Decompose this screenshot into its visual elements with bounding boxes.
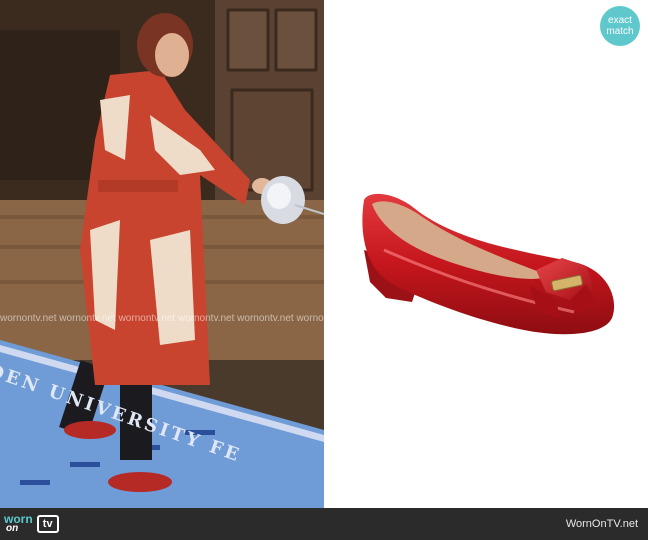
badge-line-1: exact (608, 15, 632, 26)
exact-match-badge: exact match (600, 6, 640, 46)
watermark-text: wornontv.net wornontv.net wornontv.net w… (0, 313, 324, 324)
badge-line-2: match (606, 26, 634, 37)
red-patent-pump-image[interactable] (324, 0, 648, 508)
logo-on-text: on (6, 523, 19, 534)
site-name[interactable]: WornOnTV.net (566, 518, 638, 530)
tv-icon: tv (36, 515, 59, 533)
wornontv-logo[interactable]: worn on tv (4, 512, 84, 536)
outfit-photo: DEN UNIVERSITY FE wornontv.net wornontv.… (0, 0, 324, 508)
footer-bar: worn on tv WornOnTV.net (0, 508, 648, 540)
product-panel: exact match (324, 0, 648, 508)
logo-wordmark: worn on (4, 513, 33, 534)
